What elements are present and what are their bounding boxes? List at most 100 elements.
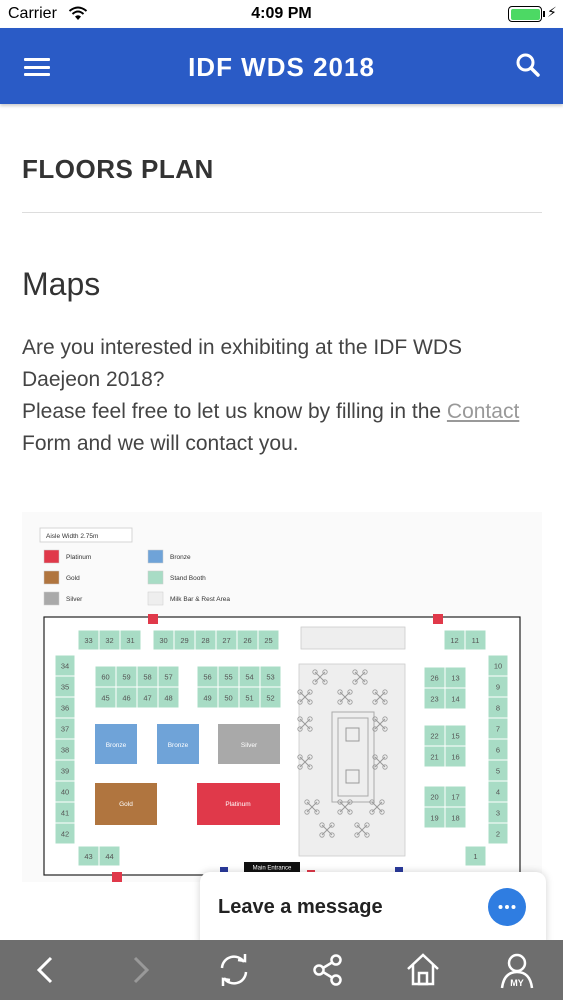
share-icon[interactable] <box>308 950 348 990</box>
booth-number: 41 <box>61 809 69 818</box>
booth-number: 19 <box>430 814 438 823</box>
booth-number: 58 <box>143 673 151 682</box>
bronze-block-label-2: Bronze <box>168 742 189 749</box>
booth-number: 27 <box>222 636 230 645</box>
booth-number: 54 <box>245 673 253 682</box>
booth-number: 26 <box>243 636 251 645</box>
booth-number: 50 <box>224 694 232 703</box>
chat-bubble-icon[interactable] <box>488 888 526 926</box>
battery-icon <box>508 6 542 22</box>
booth-number: 39 <box>61 767 69 776</box>
booth-number: 3 <box>496 809 500 818</box>
divider <box>22 212 542 213</box>
booth-number: 12 <box>450 636 458 645</box>
booth-number: 46 <box>122 694 130 703</box>
booth-number: 42 <box>61 830 69 839</box>
booth-number: 59 <box>122 673 130 682</box>
booth-number: 28 <box>201 636 209 645</box>
booth-number: 13 <box>451 674 459 683</box>
booth-number: 18 <box>451 814 459 823</box>
booth-number: 1 <box>473 852 477 861</box>
status-bar: Carrier 4:09 PM ⚡ <box>0 0 563 28</box>
clock: 4:09 PM <box>251 5 312 22</box>
booth-number: 21 <box>430 753 438 762</box>
booth-number: 10 <box>494 662 502 671</box>
legend-swatch <box>43 591 60 606</box>
legend-label: Gold <box>66 575 80 582</box>
booth-number: 34 <box>61 662 69 671</box>
booth-number: 5 <box>496 767 500 776</box>
booth-number: 51 <box>245 694 253 703</box>
booth-number: 29 <box>180 636 188 645</box>
home-icon[interactable] <box>403 950 443 990</box>
booth-number: 48 <box>164 694 172 703</box>
booth-number: 15 <box>451 732 459 741</box>
silver-block-label: Silver <box>241 742 258 749</box>
booth-number: 33 <box>84 636 92 645</box>
booth-number: 49 <box>203 694 211 703</box>
app-title: IDF WDS 2018 <box>188 52 375 82</box>
booth-number: 35 <box>61 683 69 692</box>
bottom-navigation: MY <box>0 940 563 1000</box>
booth-number: 7 <box>496 725 500 734</box>
legend-swatch <box>147 591 164 606</box>
booth-number: 14 <box>451 695 459 704</box>
aisle-width-label: Aisle Width 2.75m <box>46 533 98 540</box>
booth-number: 22 <box>430 732 438 741</box>
legend-label: Milk Bar & Rest Area <box>170 596 230 603</box>
booth-number: 32 <box>105 636 113 645</box>
booth-number: 57 <box>164 673 172 682</box>
booth-number: 9 <box>496 683 500 692</box>
legend-swatch <box>43 570 60 585</box>
my-account-icon[interactable]: MY <box>497 950 537 990</box>
booth-number: 17 <box>451 793 459 802</box>
charging-icon: ⚡ <box>547 4 557 20</box>
booth-number: 53 <box>266 673 274 682</box>
page-title: FLOORS PLAN <box>22 154 214 184</box>
booth-number: 11 <box>472 636 480 645</box>
leave-message-label[interactable]: Leave a message <box>218 896 383 919</box>
booth-number: 8 <box>496 704 500 713</box>
legend-label: Bronze <box>170 554 191 561</box>
legend-swatch <box>147 570 164 585</box>
booth-number: 47 <box>143 694 151 703</box>
booth-number: 45 <box>101 694 109 703</box>
booth-number: 30 <box>159 636 167 645</box>
booth-number: 4 <box>496 788 500 797</box>
booth-number: 31 <box>126 636 134 645</box>
booth-number: 56 <box>203 673 211 682</box>
legend-swatch <box>147 549 164 564</box>
booth-number: 2 <box>496 830 500 839</box>
booth-number: 26 <box>430 674 438 683</box>
forward-icon[interactable] <box>120 950 160 990</box>
bronze-block-label-1: Bronze <box>106 742 127 749</box>
intro-line-2-suffix: Form and we will contact you. <box>22 432 299 455</box>
legend-label: Silver <box>66 596 83 603</box>
floor-plan-map: Aisle Width 2.75m Platinum Gold Silver Bron… <box>22 512 542 882</box>
platinum-block-label: Platinum <box>225 801 250 808</box>
booth-number: 25 <box>264 636 272 645</box>
main-entrance-label: Main Entrance <box>253 866 292 872</box>
booth-number: 23 <box>430 695 438 704</box>
booth-number: 52 <box>266 694 274 703</box>
intro-text: Are you interested in exhibiting at the … <box>22 332 542 460</box>
legend-label: Stand Booth <box>170 575 206 582</box>
booth-number: 36 <box>61 704 69 713</box>
booth-number: 16 <box>451 753 459 762</box>
booth-number: 37 <box>61 725 69 734</box>
chat-widget[interactable]: Leave a message <box>200 872 546 946</box>
booth-number: 20 <box>430 793 438 802</box>
booth-number: 55 <box>224 673 232 682</box>
refresh-icon[interactable] <box>214 950 254 990</box>
app-header: IDF WDS 2018 <box>0 28 563 104</box>
back-icon[interactable] <box>26 950 66 990</box>
legend-swatch <box>43 549 60 564</box>
booth-number: 6 <box>496 746 500 755</box>
legend-label: Platinum <box>66 554 91 561</box>
booth-number: 60 <box>101 673 109 682</box>
search-icon[interactable] <box>515 52 541 78</box>
contact-link[interactable]: Contact <box>447 400 519 423</box>
booth-number: 44 <box>105 852 113 861</box>
my-label: MY <box>510 978 524 988</box>
booth-number: 40 <box>61 788 69 797</box>
